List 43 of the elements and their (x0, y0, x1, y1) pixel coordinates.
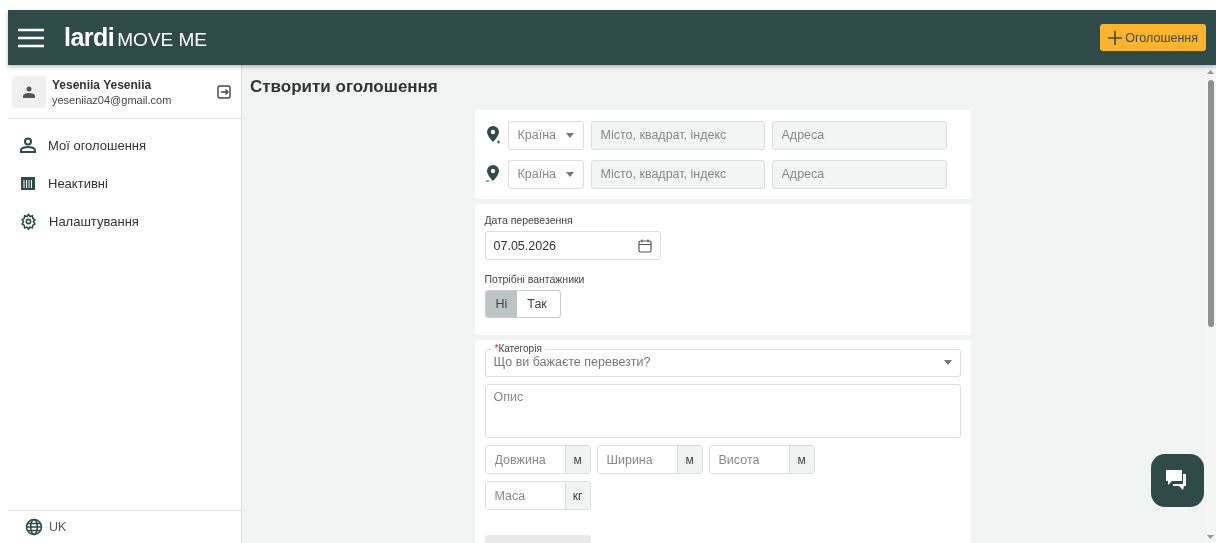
nav-item[interactable]: Мої оголошення (8, 126, 241, 164)
settings-icon (20, 212, 37, 230)
weight-field[interactable]: Маса кг (484, 481, 591, 510)
dimension-field[interactable]: Ширина м (596, 445, 703, 474)
add-listing-button[interactable]: Оголошення (1100, 24, 1206, 51)
caret-icon (943, 359, 952, 365)
address-field[interactable]: Адреса (771, 159, 947, 189)
logo-text: MOVE ME (117, 29, 208, 51)
plus-icon (1108, 30, 1123, 45)
dimension-field[interactable]: Висота м (708, 445, 815, 474)
field-label: *Категорія (493, 343, 543, 355)
caret-icon (565, 132, 574, 138)
globe-icon (25, 518, 43, 536)
field-label: Дата перевезення (484, 214, 574, 226)
avatar (12, 75, 46, 108)
person-icon (20, 137, 36, 153)
chat-button[interactable] (1151, 454, 1204, 507)
language-selector[interactable]: UK (8, 510, 241, 543)
calendar-icon (637, 238, 652, 253)
logout-icon[interactable] (217, 84, 231, 99)
dimension-field[interactable]: Довжина м (484, 445, 591, 474)
country-select[interactable]: Країна (507, 159, 584, 189)
calendar-icon (20, 175, 36, 191)
page-title: Створити оголошення (250, 77, 439, 97)
logo: lardi (64, 23, 115, 52)
description-field[interactable]: Опис (484, 384, 961, 438)
user-name: Yeseniia Yeseniia (52, 77, 153, 92)
toggle-option[interactable]: Ні (485, 291, 518, 317)
field-label: Потрібні вантажники (484, 273, 586, 285)
address-field[interactable]: Адреса (771, 120, 947, 150)
date-field[interactable]: 07.05.2026 (484, 231, 661, 260)
menu-icon[interactable] (18, 27, 44, 48)
select-placeholder: Що ви бажаєте перевезти? (493, 355, 651, 369)
category-select[interactable]: *Категорія Що ви бажаєте перевезти? (484, 343, 961, 377)
city-field[interactable]: Місто, квадрат, індекс (590, 159, 765, 189)
user-email: yeseniiaz04@gmail.com (52, 93, 173, 106)
map-pin-icon (484, 125, 501, 145)
country-select[interactable]: Країна (507, 120, 584, 150)
city-field[interactable]: Місто, квадрат, індекс (590, 120, 765, 150)
caret-icon (565, 171, 574, 177)
nav-item[interactable]: Налаштування (8, 202, 241, 240)
map-pin-icon (484, 164, 501, 184)
nav-item[interactable]: Неактивні (8, 164, 241, 202)
